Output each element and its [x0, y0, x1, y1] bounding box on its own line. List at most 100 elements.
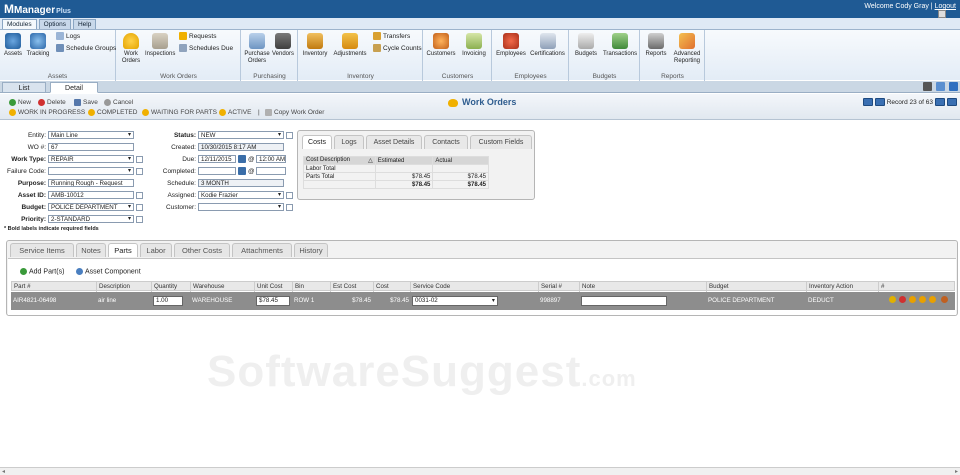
asset-component-button[interactable]: Asset Component [76, 268, 141, 275]
transactions-button[interactable]: Transactions [601, 33, 639, 58]
col-cost[interactable]: Cost [374, 282, 411, 292]
reports-button[interactable]: Reports [643, 33, 669, 58]
ribbon-tab-options[interactable]: Options [38, 19, 71, 29]
trash-icon[interactable] [938, 10, 946, 18]
customer-select[interactable] [198, 203, 284, 211]
move-down-icon[interactable] [919, 296, 926, 303]
col-budget[interactable]: Budget [707, 282, 807, 292]
print-icon[interactable] [923, 82, 932, 91]
cancel-button[interactable]: Cancel [104, 99, 133, 106]
asset-field[interactable]: AMB-10012 [48, 191, 134, 199]
tab-costs[interactable]: Costs [302, 135, 332, 149]
inspections-button[interactable]: Inspections [145, 33, 175, 58]
tab-notes[interactable]: Notes [76, 243, 106, 257]
purchase-orders-button[interactable]: Purchase Orders [244, 33, 270, 65]
assets-button[interactable]: Assets [3, 33, 23, 58]
logout-link[interactable]: Logout [935, 3, 956, 10]
budget-lookup[interactable] [136, 204, 143, 211]
last-record-button[interactable] [947, 98, 957, 106]
adjustments-button[interactable]: Adjustments [332, 33, 368, 58]
assigned-lookup[interactable] [286, 192, 293, 199]
prev-record-button[interactable] [874, 98, 885, 106]
col-est-cost[interactable]: Est Cost [331, 282, 374, 292]
tab-asset-details[interactable]: Asset Details [366, 135, 422, 149]
customer-lookup[interactable] [286, 204, 293, 211]
col-note[interactable]: Note [580, 282, 707, 292]
failure-select[interactable] [48, 167, 134, 175]
help-icon[interactable] [949, 82, 958, 91]
vendors-button[interactable]: Vendors [271, 33, 295, 58]
worktype-select[interactable]: REPAIR [48, 155, 134, 163]
tab-history[interactable]: History [294, 243, 328, 257]
employees-button[interactable]: Employees [495, 33, 527, 58]
inventory-button[interactable]: Inventory [301, 33, 329, 58]
col-part[interactable]: Part # [12, 282, 97, 292]
priority-select[interactable]: 2-STANDARD [48, 215, 134, 223]
tracking-button[interactable]: Tracking [25, 33, 51, 58]
assigned-select[interactable]: Kodie Frazier [198, 191, 284, 199]
priority-lookup[interactable] [136, 216, 143, 223]
col-serial[interactable]: Serial # [539, 282, 580, 292]
status-completed-button[interactable]: COMPLETED [88, 109, 137, 116]
ribbon-tab-help[interactable]: Help [72, 19, 97, 29]
work-orders-button[interactable]: Work Orders [120, 33, 142, 65]
transfers-button[interactable]: Transfers [373, 32, 410, 41]
tab-logs[interactable]: Logs [334, 135, 364, 149]
worktype-lookup[interactable] [136, 156, 143, 163]
wo-number-field[interactable]: 67 [48, 143, 134, 151]
tab-service-items[interactable]: Service Items [10, 243, 74, 257]
status-wip-button[interactable]: WORK IN PROGRESS [9, 109, 85, 116]
status-select[interactable]: NEW [198, 131, 284, 139]
calendar-icon[interactable] [238, 167, 246, 175]
requests-button[interactable]: Requests [179, 32, 216, 41]
completed-date-field[interactable] [198, 167, 236, 175]
budget-select[interactable]: POLICE DEPARTMENT [48, 203, 134, 211]
ribbon-tab-modules[interactable]: Modules [2, 19, 37, 29]
first-record-button[interactable] [862, 98, 873, 106]
quantity-field[interactable]: 1.00 [153, 296, 183, 306]
status-lookup[interactable] [286, 132, 293, 139]
budgets-button[interactable]: Budgets [572, 33, 600, 58]
tab-contacts[interactable]: Contacts [424, 135, 468, 149]
col-inventory-action[interactable]: Inventory Action [807, 282, 879, 292]
tab-attachments[interactable]: Attachments [232, 243, 292, 257]
entity-select[interactable]: Main Line [48, 131, 134, 139]
col-estimated[interactable]: Estimated [374, 156, 434, 165]
save-button[interactable]: Save [74, 99, 98, 106]
col-service-code[interactable]: Service Code [411, 282, 539, 292]
tab-labor[interactable]: Labor [140, 243, 172, 257]
export-icon[interactable] [936, 82, 945, 91]
col-cost-description[interactable]: Cost Description △ [303, 156, 376, 165]
tab-other-costs[interactable]: Other Costs [174, 243, 230, 257]
tab-list[interactable]: List [2, 82, 46, 93]
status-waiting-button[interactable]: WAITING FOR PARTS [142, 109, 217, 116]
scroll-right-icon[interactable]: ▸ [955, 468, 958, 475]
certifications-button[interactable]: Certifications [528, 33, 567, 58]
schedules-due-button[interactable]: Schedules Due [179, 44, 233, 53]
due-time-field[interactable]: 12:00 AM [256, 155, 286, 163]
logs-button[interactable]: Logs [56, 32, 80, 41]
failure-lookup[interactable] [136, 168, 143, 175]
col-warehouse[interactable]: Warehouse [191, 282, 255, 292]
col-quantity[interactable]: Quantity [152, 282, 191, 292]
move-up-icon[interactable] [909, 296, 916, 303]
advanced-reporting-button[interactable]: Advanced Reporting [670, 33, 704, 65]
tab-parts[interactable]: Parts [108, 243, 138, 257]
tab-custom-fields[interactable]: Custom Fields [470, 135, 532, 149]
service-code-select[interactable]: 0031-02 ▾ [412, 296, 498, 306]
horizontal-scrollbar[interactable]: ◂ ▸ [0, 467, 960, 475]
col-description[interactable]: Description [97, 282, 152, 292]
scroll-left-icon[interactable]: ◂ [2, 468, 5, 475]
next-record-button[interactable] [935, 98, 945, 106]
tab-detail[interactable]: Detail [50, 82, 98, 93]
schedule-groups-button[interactable]: Schedule Groups [56, 44, 116, 53]
col-unit-cost[interactable]: Unit Cost [255, 282, 293, 292]
purpose-field[interactable]: Running Rough - Request [48, 179, 134, 187]
table-row[interactable]: AIR4821-06498 air line 1.00 WAREHOUSE $7… [11, 292, 955, 310]
note-field[interactable] [581, 296, 667, 306]
issue-icon[interactable] [941, 296, 948, 303]
col-actual[interactable]: Actual [432, 156, 489, 165]
transfer-icon[interactable] [929, 296, 936, 303]
copy-work-order-button[interactable]: Copy Work Order [265, 109, 324, 116]
unit-cost-field[interactable]: $78.45 [256, 296, 290, 306]
